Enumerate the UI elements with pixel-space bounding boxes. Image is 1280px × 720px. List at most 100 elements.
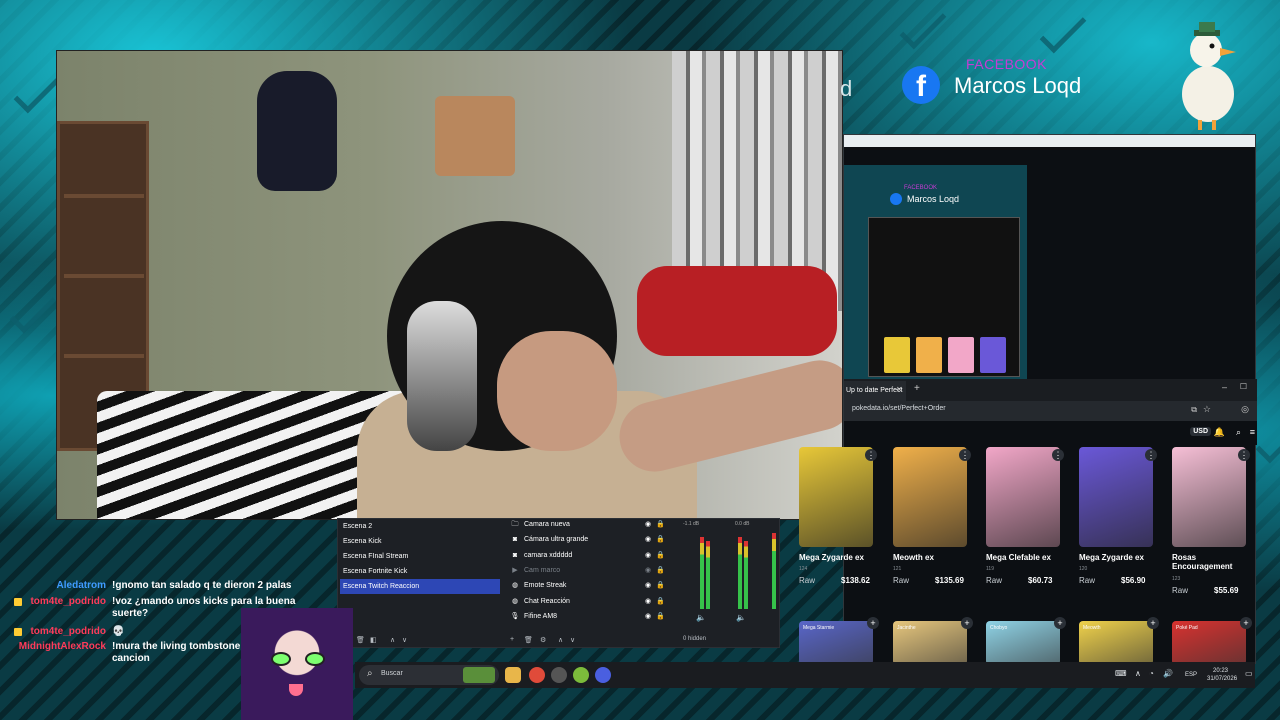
source-item[interactable]: 🎙 Fifine AM8 ◉ 🔒 <box>510 609 665 624</box>
translate-icon[interactable]: ⧉ <box>1191 405 1197 415</box>
eye-icon[interactable]: ◉ <box>645 578 651 593</box>
camera-icon: ◙ <box>512 536 518 544</box>
scene-item[interactable]: Escena Fortnite Kick <box>340 564 500 579</box>
eye-icon[interactable]: ◉ <box>645 532 651 547</box>
camera-icon: ◙ <box>512 551 518 559</box>
source-item[interactable]: ▶ Cam marco ◉ 🔒 <box>510 563 664 578</box>
search-icon[interactable]: ⌕ <box>1236 427 1241 438</box>
add-source-icon[interactable]: + <box>510 636 514 643</box>
scene-item[interactable]: Escena Kick <box>340 534 500 549</box>
lock-icon[interactable]: 🔒 <box>656 548 665 563</box>
taskbar-search[interactable]: ⌕ Buscar <box>359 665 499 685</box>
maximize-icon[interactable]: ☐ <box>1240 382 1247 391</box>
lock-icon[interactable]: 🔒 <box>656 578 665 593</box>
backpack <box>257 71 337 191</box>
vtuber-avatar <box>241 608 353 720</box>
nested-facebook-icon <box>890 193 902 205</box>
clock-time[interactable]: 20:23 <box>1213 668 1228 674</box>
address-bar[interactable]: pokedata.io/set/Perfect+Order ⧉ ☆ ◎ <box>844 401 1257 421</box>
add-card-icon[interactable]: ⋮ <box>1145 449 1157 461</box>
eye-icon[interactable]: ◉ <box>645 517 651 532</box>
headset <box>407 301 477 451</box>
source-item[interactable]: ◍ Chat Reacción ◉ 🔒 <box>510 594 665 609</box>
speaker-icon[interactable]: 🔈 <box>736 613 746 622</box>
eye-icon[interactable]: ◉ <box>645 563 651 578</box>
language-indicator[interactable]: ESP <box>1185 672 1197 678</box>
remove-scene-icon[interactable]: 🗑 <box>356 636 365 644</box>
lock-icon[interactable]: 🔒 <box>656 517 665 532</box>
add-card-icon[interactable]: + <box>867 617 879 629</box>
card-name: Mega Starmie <box>803 625 835 631</box>
add-card-icon[interactable]: ⋮ <box>1052 449 1064 461</box>
card-image[interactable] <box>1079 447 1153 547</box>
menu-icon[interactable]: ≡ <box>1250 427 1255 437</box>
add-card-icon[interactable]: + <box>1240 617 1252 629</box>
new-tab-icon[interactable]: + <box>914 383 920 394</box>
add-card-icon[interactable]: ⋮ <box>865 449 877 461</box>
obs-docks: Escena 2 Escena Kick Escena FInal Stream Es… <box>337 518 780 648</box>
card-price: $138.62 <box>841 576 870 585</box>
discord-icon[interactable] <box>595 667 611 683</box>
notification-bell-icon[interactable]: 🔔 <box>1214 427 1225 438</box>
speaker-icon[interactable]: 🔈 <box>696 613 706 622</box>
source-item[interactable]: ◙ camara xddddd ◉ 🔒 <box>510 548 665 563</box>
lock-icon[interactable]: 🔒 <box>656 609 665 624</box>
source-label: Cam marco <box>524 566 561 574</box>
currency-selector[interactable]: USD <box>1190 427 1211 436</box>
source-item[interactable]: ◙ Cámara ultra grande ◉ 🔒 <box>510 532 665 547</box>
obs-icon[interactable] <box>551 667 567 683</box>
add-card-icon[interactable]: + <box>961 617 973 629</box>
app-icon[interactable] <box>573 667 589 683</box>
clock-date[interactable]: 31/07/2026 <box>1207 676 1237 682</box>
source-item[interactable]: ◍ Emote Streak ◉ 🔒 <box>510 578 665 593</box>
chevron-decoration <box>9 286 57 334</box>
eye-icon[interactable]: ◉ <box>645 609 651 624</box>
filter-icon[interactable]: ◧ <box>370 636 377 644</box>
nested-card <box>948 337 974 373</box>
move-down-icon[interactable]: ∨ <box>402 636 407 644</box>
scene-item[interactable]: Escena Twitch Reaccion <box>340 579 500 594</box>
scene-item[interactable]: Escena 2 <box>340 519 500 534</box>
mic-icon: 🎙 <box>510 612 520 620</box>
lock-icon[interactable]: 🔒 <box>656 594 665 609</box>
eye-icon[interactable]: ◉ <box>645 594 651 609</box>
chat-username: MidnightAlexRock <box>18 641 106 652</box>
eye-icon[interactable]: ◉ <box>645 548 651 563</box>
close-tab-icon[interactable]: ✕ <box>896 385 903 394</box>
minimize-icon[interactable]: – <box>1222 382 1227 392</box>
chrome-icon[interactable] <box>529 667 545 683</box>
card-image[interactable] <box>893 447 967 547</box>
audio-meter <box>738 537 742 609</box>
site-header: USD 🔔 ⌕ ≡ <box>844 421 1257 445</box>
add-card-icon[interactable]: ⋮ <box>1238 449 1250 461</box>
move-down-icon[interactable]: ∨ <box>570 636 575 644</box>
move-up-icon[interactable]: ∧ <box>390 636 395 644</box>
card-name: Mega Clefable ex <box>986 553 1051 562</box>
file-explorer-icon[interactable] <box>505 667 521 683</box>
gear-icon[interactable]: ⚙ <box>540 636 546 644</box>
card-image[interactable] <box>799 447 873 547</box>
card-number: 120 <box>1079 566 1088 572</box>
paper-bag <box>435 96 515 176</box>
lock-icon[interactable]: 🔒 <box>656 532 665 547</box>
chevron-up-icon[interactable]: ∧ <box>1135 669 1141 678</box>
bookmark-star-icon[interactable]: ☆ <box>1203 404 1211 415</box>
profile-icon[interactable]: ◎ <box>1241 404 1249 415</box>
source-item[interactable]: 🗀 Camara nueva ◉ 🔒 <box>510 517 665 532</box>
remove-source-icon[interactable]: 🗑 <box>524 636 533 644</box>
move-up-icon[interactable]: ∧ <box>558 636 563 644</box>
scene-item[interactable]: Escena FInal Stream <box>340 549 500 564</box>
source-label: Cámara ultra grande <box>524 536 589 544</box>
wifi-icon[interactable]: ◔ <box>1149 669 1154 678</box>
lock-icon[interactable]: 🔒 <box>656 563 665 578</box>
add-card-icon[interactable]: + <box>1054 617 1066 629</box>
keyboard-icon[interactable]: ⌨ <box>1115 669 1127 678</box>
notification-icon[interactable]: ▭ <box>1245 669 1253 678</box>
volume-icon[interactable]: 🔊 <box>1163 669 1173 678</box>
card-image[interactable] <box>986 447 1060 547</box>
add-card-icon[interactable]: ⋮ <box>959 449 971 461</box>
url-text: pokedata.io/set/Perfect+Order <box>852 405 946 412</box>
card-image[interactable] <box>1172 447 1246 547</box>
add-card-icon[interactable]: + <box>1147 617 1159 629</box>
webcam-feed <box>56 50 843 520</box>
